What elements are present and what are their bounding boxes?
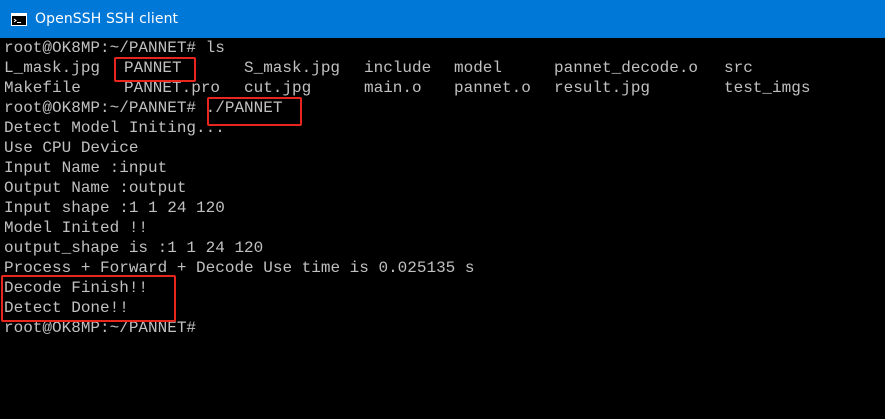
output-line: Model Inited !! — [4, 218, 879, 238]
output-text: Model Inited !! — [4, 219, 149, 237]
ls-entry: src — [724, 59, 753, 77]
ls-entry: pannet.o — [454, 79, 531, 97]
prompt-run-pannet: root@OK8MP:~/PANNET# ./PANNET — [4, 99, 283, 117]
ls-entry: pannet_decode.o — [554, 59, 699, 77]
output-line: Use CPU Device — [4, 138, 879, 158]
ls-entry: model — [454, 59, 503, 77]
vertical-scrollbar[interactable] — [879, 38, 885, 419]
output-line: Input Name :input — [4, 158, 879, 178]
ls-entry: main.o — [364, 79, 422, 97]
ls-entry: PANNET.pro — [124, 79, 221, 97]
output-text: Detect Model Initing... — [4, 119, 225, 137]
terminal-line: root@OK8MP:~/PANNET# ./PANNET — [4, 98, 879, 118]
ls-entry: Makefile — [4, 79, 81, 97]
output-text: Use CPU Device — [4, 139, 139, 157]
output-line: Output Name :output — [4, 178, 879, 198]
output-line: Detect Model Initing... — [4, 118, 879, 138]
output-line: Process + Forward + Decode Use time is 0… — [4, 258, 879, 278]
ls-entry: test_imgs — [724, 79, 811, 97]
output-line: Decode Finish!! — [4, 278, 879, 298]
terminal-output[interactable]: root@OK8MP:~/PANNET# ls L_mask.jpg PANNE… — [4, 38, 879, 419]
prompt-ls: root@OK8MP:~/PANNET# ls — [4, 39, 225, 57]
ssh-client-window: OpenSSH SSH client root@OK8MP:~/PANNET# … — [0, 0, 885, 419]
ls-entry: cut.jpg — [244, 79, 312, 97]
output-line: output_shape is :1 1 24 120 — [4, 238, 879, 258]
output-text: Decode Finish!! — [4, 279, 149, 297]
ls-output-row-1: L_mask.jpg PANNET S_mask.jpg include mod… — [4, 58, 879, 78]
ls-entry-pannet: PANNET — [124, 59, 182, 77]
ls-output-row-2: Makefile PANNET.pro cut.jpg main.o panne… — [4, 78, 879, 98]
output-line: Detect Done!! — [4, 298, 879, 318]
output-text: Process + Forward + Decode Use time is 0… — [4, 259, 475, 277]
console-icon — [11, 12, 27, 26]
output-line: Input shape :1 1 24 120 — [4, 198, 879, 218]
terminal-line: root@OK8MP:~/PANNET# — [4, 318, 879, 338]
prompt-current: root@OK8MP:~/PANNET# — [4, 319, 197, 337]
terminal-line: root@OK8MP:~/PANNET# ls — [4, 38, 879, 58]
ls-entry: result.jpg — [554, 79, 651, 97]
ls-entry: L_mask.jpg — [4, 59, 101, 77]
ls-entry: include — [364, 59, 432, 77]
window-title: OpenSSH SSH client — [35, 11, 179, 27]
title-bar[interactable]: OpenSSH SSH client — [0, 0, 885, 38]
output-text: output_shape is :1 1 24 120 — [4, 239, 264, 257]
output-text: Detect Done!! — [4, 299, 129, 317]
ls-entry: S_mask.jpg — [244, 59, 341, 77]
output-text: Output Name :output — [4, 179, 187, 197]
output-text: Input shape :1 1 24 120 — [4, 199, 225, 217]
output-text: Input Name :input — [4, 159, 168, 177]
